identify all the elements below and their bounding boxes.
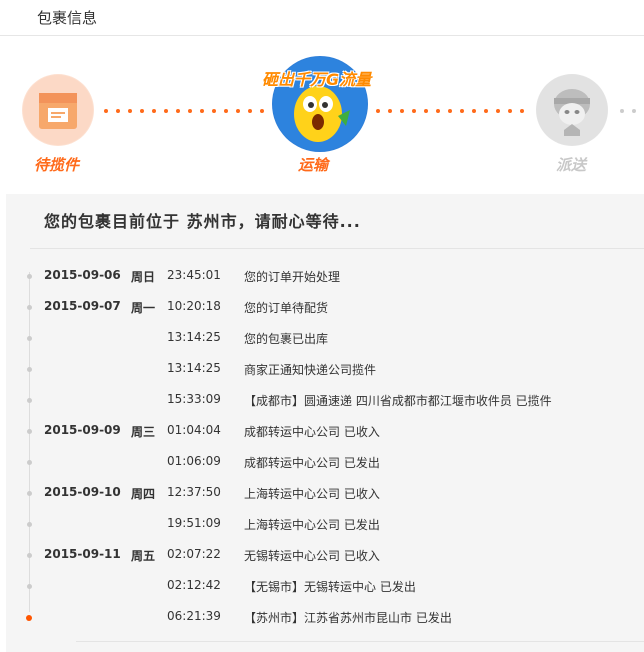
timeline-row: 02:12:42 【无锡市】无锡转运中心 已发出: [6, 578, 644, 598]
timeline-dot: [26, 615, 32, 621]
row-time: 02:07:22: [167, 547, 221, 561]
row-description: 无锡转运中心公司 已收入: [244, 549, 380, 563]
progress-dots-2: [376, 109, 526, 113]
row-description: 【无锡市】无锡转运中心 已发出: [244, 580, 416, 594]
row-weekday: 周日: [131, 270, 156, 284]
page-title: 包裹信息: [37, 9, 98, 27]
row-description: 成都转运中心公司 已发出: [244, 456, 380, 470]
timeline-dot: [27, 522, 32, 527]
progress-dots-1: [104, 109, 264, 113]
package-icon: [23, 75, 93, 145]
row-time: 13:14:25: [167, 361, 221, 375]
row-date: 2015-09-07: [44, 299, 121, 313]
row-time: 13:14:25: [167, 330, 221, 344]
row-time: 01:06:09: [167, 454, 221, 468]
timeline-dot: [27, 367, 32, 372]
timeline-dot: [27, 553, 32, 558]
promo-banner: 砸出千万G流量: [262, 70, 372, 89]
row-description: 上海转运中心公司 已收入: [244, 487, 380, 501]
step-label-pending-pickup: 待揽件: [34, 156, 80, 174]
divider: [30, 248, 644, 249]
step-pending-pickup-icon: [22, 74, 94, 146]
row-time: 19:51:09: [167, 516, 221, 530]
row-date: 2015-09-09: [44, 423, 121, 437]
timeline-row: 15:33:09 【成都市】圆通速递 四川省成都市都江堰市收件员 已揽件: [6, 392, 644, 412]
row-date: 2015-09-06: [44, 268, 121, 282]
timeline-row: 13:14:25 您的包裹已出库: [6, 330, 644, 350]
timeline-row: 2015-09-11 周五 02:07:22 无锡转运中心公司 已收入: [6, 547, 644, 567]
row-description: 上海转运中心公司 已发出: [244, 518, 380, 532]
step-label-transport: 运输: [298, 156, 329, 174]
timeline-dot: [27, 398, 32, 403]
progress-dots-3: [620, 109, 644, 113]
timeline-row: 2015-09-09 周三 01:04:04 成都转运中心公司 已收入: [6, 423, 644, 443]
row-time: 12:37:50: [167, 485, 221, 499]
timeline-row: 2015-09-07 周一 10:20:18 您的订单待配货: [6, 299, 644, 319]
row-weekday: 周三: [131, 425, 156, 439]
row-description: 您的订单待配货: [244, 301, 329, 315]
step-label-delivery: 派送: [556, 156, 587, 174]
step-delivery-icon: [536, 74, 608, 146]
row-description: 商家正通知快递公司揽件: [244, 363, 377, 377]
row-description: 【苏州市】江苏省苏州市昆山市 已发出: [244, 611, 452, 625]
row-weekday: 周五: [131, 549, 156, 563]
timeline-row: 19:51:09 上海转运中心公司 已发出: [6, 516, 644, 536]
row-time: 02:12:42: [167, 578, 221, 592]
row-weekday: 周一: [131, 301, 156, 315]
timeline-row: 13:14:25 商家正通知快递公司揽件: [6, 361, 644, 381]
timeline-dot: [27, 460, 32, 465]
row-time: 01:04:04: [167, 423, 221, 437]
timeline-row: 2015-09-06 周日 23:45:01 您的订单开始处理: [6, 268, 644, 288]
row-time: 15:33:09: [167, 392, 221, 406]
timeline-dot: [27, 584, 32, 589]
timeline-dot: [27, 491, 32, 496]
timeline-row: 2015-09-10 周四 12:37:50 上海转运中心公司 已收入: [6, 485, 644, 505]
row-date: 2015-09-11: [44, 547, 121, 561]
timeline-dot: [27, 305, 32, 310]
timeline-dot: [27, 336, 32, 341]
row-description: 您的包裹已出库: [244, 332, 329, 346]
row-date: 2015-09-10: [44, 485, 121, 499]
progress-steps: 待揽件 砸出千万G流量 运输 派送: [0, 36, 644, 194]
header: 包裹信息: [0, 0, 644, 36]
timeline-dot: [27, 274, 32, 279]
timeline-dot: [27, 429, 32, 434]
row-description: 【成都市】圆通速递 四川省成都市都江堰市收件员 已揽件: [244, 394, 552, 408]
current-location-text: 您的包裹目前位于 苏州市，请耐心等待...: [44, 212, 361, 231]
row-description: 您的订单开始处理: [244, 270, 341, 284]
timeline-row: 01:06:09 成都转运中心公司 已发出: [6, 454, 644, 474]
row-weekday: 周四: [131, 487, 156, 501]
timeline-row: 06:21:39 【苏州市】江苏省苏州市昆山市 已发出: [6, 609, 644, 629]
courier-icon: [537, 75, 607, 145]
row-time: 10:20:18: [167, 299, 221, 313]
row-time: 06:21:39: [167, 609, 221, 623]
tracking-panel: 您的包裹目前位于 苏州市，请耐心等待... 2015-09-06 周日 23:45:…: [6, 194, 644, 652]
row-time: 23:45:01: [167, 268, 221, 282]
row-description: 成都转运中心公司 已收入: [244, 425, 380, 439]
divider-bottom: [76, 641, 644, 642]
